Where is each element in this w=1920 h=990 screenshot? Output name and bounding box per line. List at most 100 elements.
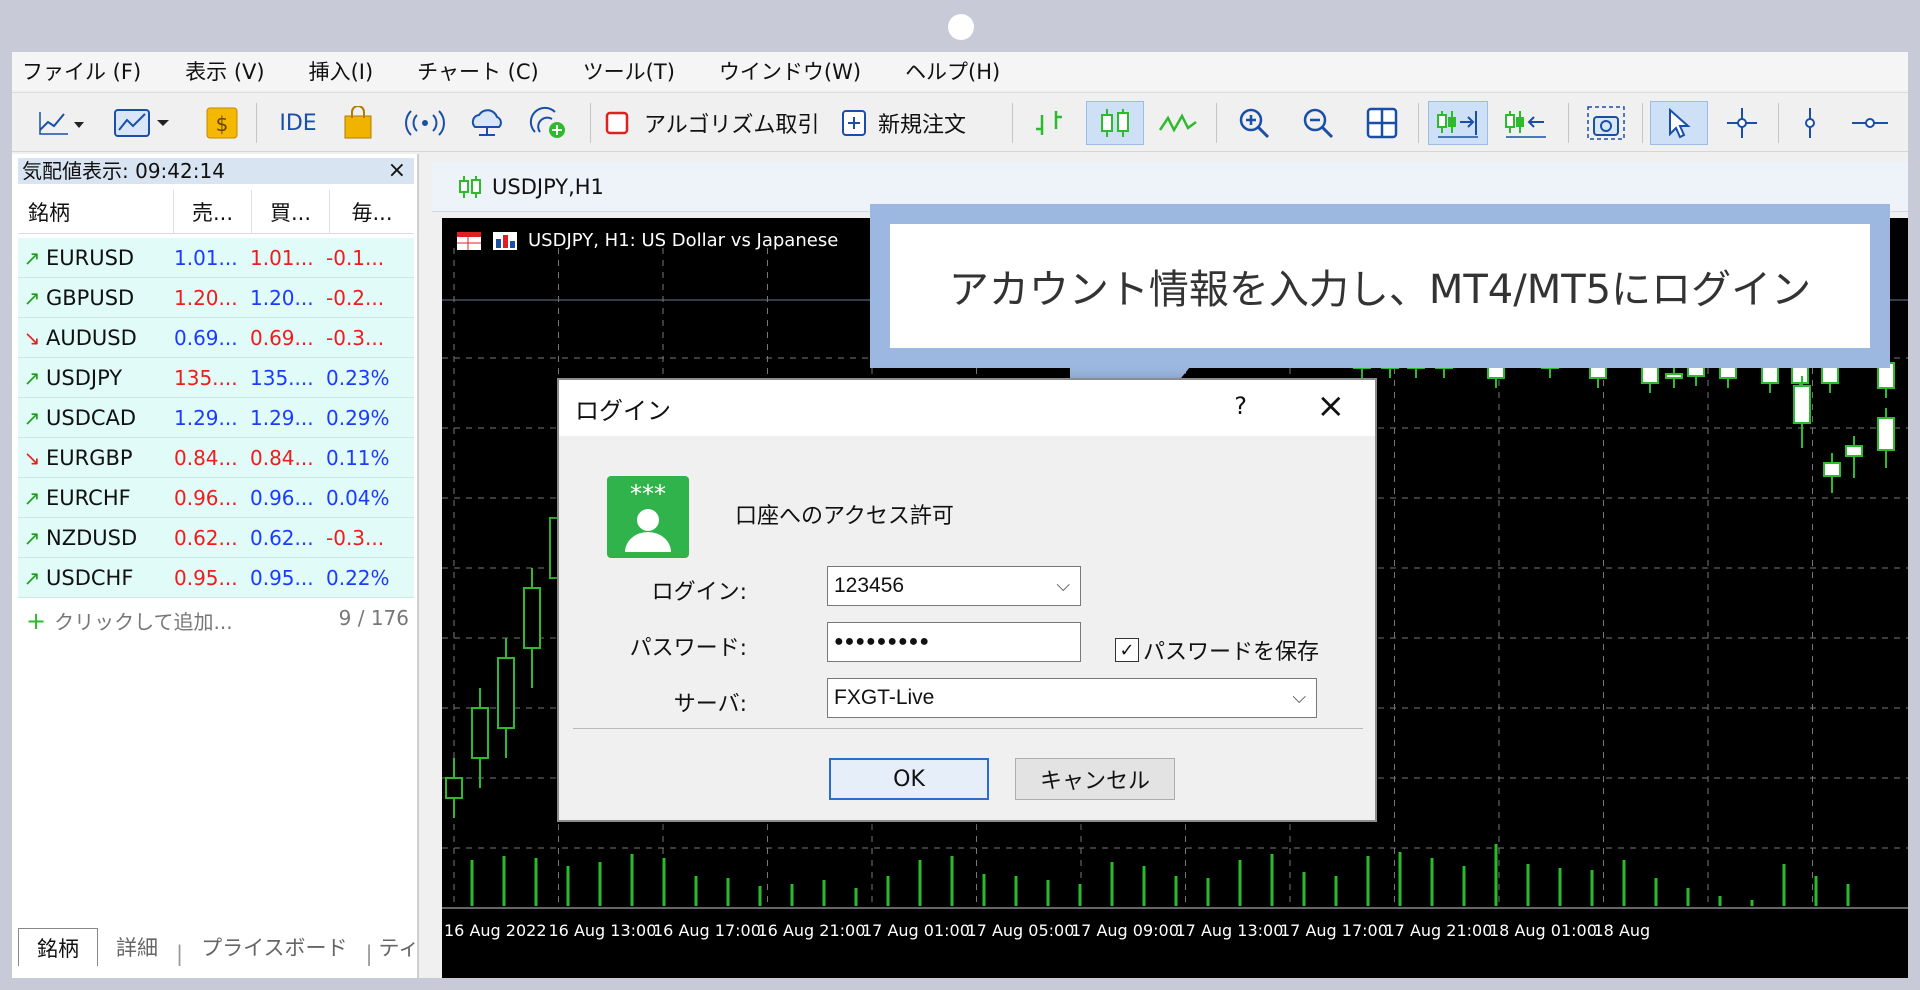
signals-button[interactable]: $ [202,101,242,145]
table-row[interactable]: ↗ EURUSD 1.01... 1.01... -0.1... [18,238,414,278]
broadcast-icon [405,110,445,136]
cursor-button[interactable] [1650,101,1708,145]
zigzag-line-icon [1158,113,1197,133]
table-row[interactable]: ↗ EURCHF 0.96... 0.96... 0.04% [18,478,414,518]
time-label: 16 Aug 17:00 [653,921,761,940]
save-password-checkbox[interactable]: ✓ パスワードを保存 [1115,634,1319,666]
horizontal-line-button[interactable] [1846,101,1894,145]
table-row[interactable]: ↗ NZDUSD 0.62... 0.62... -0.3... [18,518,414,558]
indicators-dropdown[interactable] [112,101,174,145]
dialog-titlebar: ログイン ? × [559,380,1375,436]
time-label: 17 Aug 01:00 [862,921,970,940]
symbol-cell: AUDUSD [46,325,137,350]
ask-cell: 0.69... [250,325,314,350]
vps-button[interactable] [464,101,510,145]
zoom-in-icon [1239,108,1270,139]
line-button[interactable] [1152,101,1204,145]
login-combobox[interactable]: 123456 ⌵ [827,566,1081,606]
table-row[interactable]: ↘ EURGBP 0.84... 0.84... 0.11% [18,438,414,478]
close-icon[interactable]: × [388,158,406,184]
candle-body [1877,417,1895,451]
chart-shift-button[interactable] [1496,101,1556,145]
plus-icon: + [26,607,47,635]
market-watch-header: 銘柄 売... 買... 毎... [18,190,414,234]
time-label: 17 Aug 21:00 [1385,921,1493,940]
candle-body [1823,462,1841,477]
help-button[interactable]: ? [1234,392,1247,420]
table-row[interactable]: ↗ USDCAD 1.29... 1.29... 0.29% [18,398,414,438]
vertical-line-button[interactable] [1790,101,1830,145]
menu-view[interactable]: 表示 (V) [185,56,264,86]
indicator-icon [493,231,517,250]
table-row[interactable]: ↘ AUDUSD 0.69... 0.69... -0.3... [18,318,414,358]
add-signal-button[interactable] [526,101,572,145]
screenshot-button[interactable] [1580,101,1632,145]
close-button[interactable]: × [1317,386,1346,426]
menu-file[interactable]: ファイル (F) [22,56,141,86]
bar-chart-button[interactable] [1024,101,1076,145]
add-symbol-button[interactable]: + クリックして追加... [26,606,233,635]
shopping-bag-icon [344,106,372,139]
ok-button[interactable]: OK [829,758,989,800]
table-row[interactable]: ↗ GBPUSD 1.20... 1.20... -0.2... [18,278,414,318]
auto-scroll-button[interactable] [1428,101,1488,145]
cloud-icon [471,109,502,136]
menu-tools[interactable]: ツール(T) [583,56,675,86]
tab-price-board[interactable]: プライスボード [183,928,365,966]
menu-help[interactable]: ヘルプ(H) [905,56,1000,86]
login-label: ログイン: [651,580,747,605]
market-watch-panel: 気配値表示: 09:42:14 × 銘柄 売... 買... 毎... ↗ EUR… [12,154,419,978]
ask-cell: 1.01... [250,245,314,270]
svg-text:$: $ [216,112,229,136]
change-cell: 0.11% [326,445,390,470]
divider [573,728,1363,729]
candlestick-icon [1101,109,1129,137]
bar-chart-icon [1036,111,1062,135]
arrow-up-icon: ↗ [23,245,41,270]
bid-cell: 1.20... [174,285,238,310]
menu-bar: ファイル (F) 表示 (V) 挿入(I) チャート (C) ツール(T) ウイ… [12,52,1908,90]
table-row[interactable]: ↗ USDCHF 0.95... 0.95... 0.22% [18,558,414,598]
password-field[interactable]: ●●●●●●●●● [827,622,1081,662]
algo-trading-button[interactable]: アルゴリズム取引 [604,101,834,145]
zoom-in-button[interactable] [1228,101,1280,145]
time-label: 17 Aug 09:00 [1071,921,1179,940]
callout-text: アカウント情報を入力し、MT4/MT5にログイン [890,224,1870,348]
ide-button[interactable]: IDE [270,101,326,145]
candle-body [497,657,515,729]
table-row[interactable]: ↗ USDJPY 135.... 135.... 0.23% [18,358,414,398]
tab-ticks[interactable]: ティ [373,928,426,966]
column-ask[interactable]: 買... [252,190,330,233]
bid-cell: 1.01... [174,245,238,270]
column-change[interactable]: 毎... [330,190,414,233]
change-cell: 0.23% [326,365,390,390]
new-order-button[interactable]: 新規注文 [840,101,1000,145]
menu-chart[interactable]: チャート (C) [417,56,539,86]
crosshair-button[interactable] [1716,101,1768,145]
menu-insert[interactable]: 挿入(I) [309,56,374,86]
account-user-icon: *** [607,476,689,558]
menu-window[interactable]: ウインドウ(W) [719,56,861,86]
candlestick-button[interactable] [1086,101,1144,145]
column-bid[interactable]: 売... [174,190,252,233]
svg-text:***: *** [630,480,666,508]
change-cell: -0.3... [326,325,385,350]
line-chart-dropdown[interactable] [34,101,90,145]
tab-details[interactable]: 詳細 [98,928,176,966]
change-cell: -0.2... [326,285,385,310]
dollar-icon: $ [206,107,238,139]
signal-broadcast-button[interactable] [402,101,448,145]
chart-shift-icon [1505,111,1546,138]
chevron-down-icon[interactable]: ⌵ [1292,687,1306,708]
tab-symbols[interactable]: 銘柄 [18,928,98,966]
column-symbol[interactable]: 銘柄 [18,190,174,233]
tile-windows-button[interactable] [1356,101,1408,145]
candle-body [1793,385,1811,424]
market-button[interactable] [338,101,378,145]
cancel-button[interactable]: キャンセル [1015,758,1175,800]
server-combobox[interactable]: FXGT-Live ⌵ [827,678,1317,718]
chevron-down-icon[interactable]: ⌵ [1056,575,1070,596]
zoom-out-button[interactable] [1292,101,1344,145]
arrow-up-icon: ↗ [23,565,41,590]
stop-square-icon [605,111,629,135]
